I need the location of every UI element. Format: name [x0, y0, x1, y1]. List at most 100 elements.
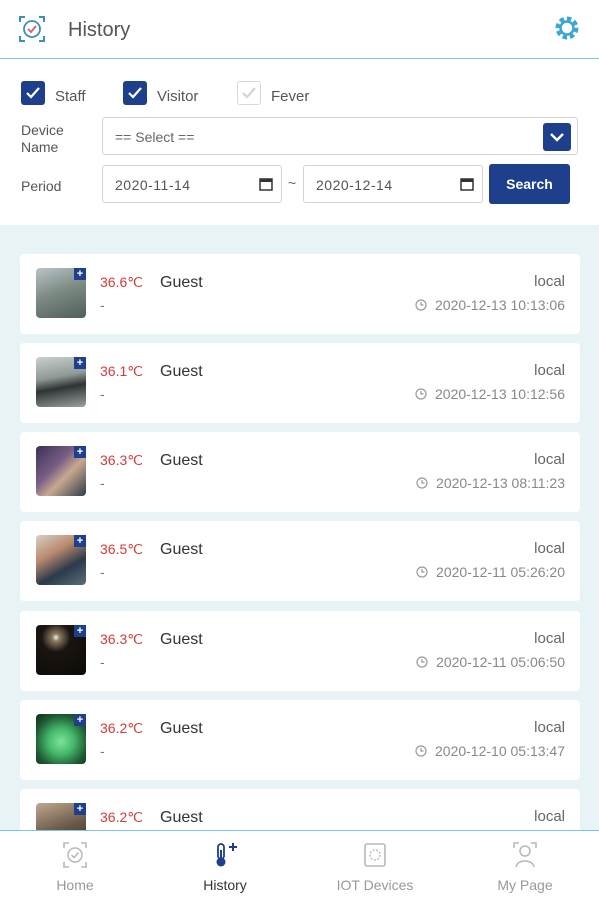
plus-icon: + [74, 535, 86, 547]
record-time: 2020-12-13 10:13:06 [415, 297, 565, 313]
person-detail: - [100, 564, 105, 580]
nav-label: My Page [497, 877, 553, 893]
person-name: Guest [160, 363, 203, 380]
history-list[interactable]: + 36.6℃ Guest - local 2020-12-13 10:13:0… [0, 225, 599, 830]
dropdown-button[interactable] [543, 123, 571, 151]
plus-icon: + [74, 714, 86, 726]
clock-icon [415, 745, 427, 757]
record-timestamp: 2020-12-13 08:11:23 [436, 475, 565, 491]
range-separator: ~ [288, 175, 297, 191]
person-detail: - [100, 475, 105, 491]
nav-home[interactable]: Home [0, 831, 150, 901]
record-source: local [534, 273, 565, 290]
record-timestamp: 2020-12-13 10:12:56 [435, 386, 565, 402]
nav-my-page[interactable]: My Page [450, 831, 599, 901]
search-button[interactable]: Search [489, 164, 570, 204]
plus-icon: + [74, 357, 86, 369]
period-label: Period [21, 178, 62, 194]
person-detail: - [100, 743, 105, 759]
home-face-icon [63, 842, 87, 868]
calendar-icon[interactable] [259, 177, 273, 191]
plus-icon: + [74, 803, 86, 815]
record-time: 2020-12-11 05:26:20 [416, 564, 565, 580]
nav-history[interactable]: History [150, 831, 300, 901]
fever-checkbox[interactable]: Fever [237, 80, 309, 106]
gear-icon[interactable] [553, 14, 581, 42]
person-name: Guest [160, 720, 203, 737]
record-source: local [534, 451, 565, 468]
record-timestamp: 2020-12-10 05:13:47 [435, 743, 565, 759]
list-item[interactable]: + 36.2℃ Guest local [20, 789, 580, 830]
person-name: Guest [160, 452, 203, 469]
list-item[interactable]: + 36.5℃ Guest - local 2020-12-11 05:26:2… [20, 521, 580, 601]
thermometer-icon [216, 843, 237, 867]
person-name: Guest [160, 809, 203, 826]
app-header: History [0, 0, 599, 59]
page-title: History [68, 19, 131, 41]
person-name: Guest [160, 631, 203, 648]
temperature: 36.6℃ [100, 274, 143, 290]
record-timestamp: 2020-12-11 05:06:50 [436, 654, 565, 670]
device-select[interactable]: == Select == [102, 117, 578, 155]
clock-icon [416, 477, 428, 489]
temperature: 36.2℃ [100, 809, 143, 825]
clock-icon [415, 299, 427, 311]
temperature: 36.3℃ [100, 452, 143, 468]
plus-icon: + [74, 446, 86, 458]
staff-checkbox[interactable]: Staff [21, 80, 86, 106]
person-name: Guest [160, 541, 203, 558]
device-label-line1: Device [21, 122, 64, 138]
record-time: 2020-12-11 05:06:50 [416, 654, 565, 670]
nav-label: Home [56, 877, 94, 893]
face-scan-icon [19, 16, 45, 42]
list-item[interactable]: + 36.2℃ Guest - local 2020-12-10 05:13:4… [20, 700, 580, 780]
check-icon [242, 87, 256, 99]
check-icon [26, 87, 40, 99]
record-source: local [534, 362, 565, 379]
record-source: local [534, 540, 565, 557]
calendar-icon[interactable] [460, 177, 474, 191]
plus-icon: + [74, 268, 86, 280]
record-source: local [534, 719, 565, 736]
date-from-input[interactable]: 2020-11-14 [102, 165, 282, 203]
visitor-checkbox[interactable]: Visitor [123, 80, 198, 106]
list-item[interactable]: + 36.1℃ Guest - local 2020-12-13 10:12:5… [20, 343, 580, 423]
record-time: 2020-12-10 05:13:47 [415, 743, 565, 759]
temperature: 36.1℃ [100, 363, 143, 379]
person-detail: - [100, 297, 105, 313]
date-from-value: 2020-11-14 [115, 177, 191, 193]
clock-icon [416, 566, 428, 578]
device-icon [364, 843, 386, 867]
record-source: local [534, 808, 565, 825]
check-icon [128, 87, 142, 99]
temperature: 36.3℃ [100, 631, 143, 647]
device-label-line2: Name [21, 139, 59, 155]
temperature: 36.5℃ [100, 541, 143, 557]
person-name: Guest [160, 274, 203, 291]
date-to-input[interactable]: 2020-12-14 [303, 165, 483, 203]
checkbox-checked[interactable] [21, 81, 45, 105]
list-item[interactable]: + 36.3℃ Guest - local 2020-12-11 05:06:5… [20, 611, 580, 691]
person-detail: - [100, 386, 105, 402]
checkbox-unchecked[interactable] [237, 81, 261, 105]
user-icon [513, 842, 537, 868]
record-time: 2020-12-13 10:12:56 [415, 386, 565, 402]
checkbox-checked[interactable] [123, 81, 147, 105]
date-to-value: 2020-12-14 [316, 177, 393, 193]
filter-panel: Staff Visitor Fever Device Name == Selec… [0, 60, 599, 225]
visitor-label: Visitor [157, 87, 199, 105]
record-time: 2020-12-13 08:11:23 [416, 475, 565, 491]
chevron-down-icon [550, 133, 564, 142]
list-item[interactable]: + 36.6℃ Guest - local 2020-12-13 10:13:0… [20, 254, 580, 334]
nav-label: History [203, 877, 247, 893]
bottom-nav: Home History IOT Devices My Page [0, 830, 599, 900]
nav-label: IOT Devices [336, 877, 414, 893]
clock-icon [416, 656, 428, 668]
temperature: 36.2℃ [100, 720, 143, 736]
person-detail: - [100, 654, 105, 670]
list-item[interactable]: + 36.3℃ Guest - local 2020-12-13 08:11:2… [20, 432, 580, 512]
clock-icon [415, 388, 427, 400]
record-source: local [534, 630, 565, 647]
record-timestamp: 2020-12-11 05:26:20 [436, 564, 565, 580]
nav-iot-devices[interactable]: IOT Devices [300, 831, 450, 901]
